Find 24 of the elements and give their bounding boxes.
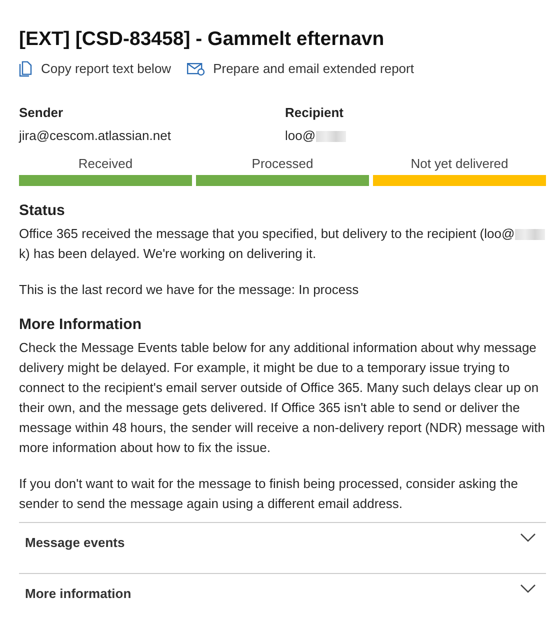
more-information-heading: More Information	[19, 316, 142, 334]
stage-label: Not yet delivered	[410, 154, 510, 173]
redaction-blur	[514, 229, 545, 240]
copy-report-link[interactable]: Copy report text below	[19, 59, 172, 79]
info-paragraph: If you don't want to wait for the message to finish being processed, consider asking the sender to send the message again using a different email address.	[19, 475, 519, 514]
status-text: Office 365 received the message that you specified, but delivery to the recipient (loo@ k) has been delayed. We're working on delivering it.	[19, 224, 546, 264]
sender-label: Sender	[19, 104, 64, 122]
report-title: [EXT] [CSD-83458] - Gammelt efternavn	[19, 28, 386, 52]
copy-icon	[19, 61, 33, 78]
info-paragraph: Check the Message Events table below for any additional information about why message delivery might be delayed. For example, it might be due to a temporary issue trying to connect to the recipient's email server outside of Office 365. Many such delays clear up on their own, and the message gets delivered. If Office 365 isn't able to send or deliver the message within 48 hours, the sender will receive a non-delivery report (NDR) message with more information about how to fix the issue.	[19, 339, 546, 458]
status-heading: Status	[19, 202, 66, 220]
chevron-icon	[520, 584, 536, 594]
collapsible-section[interactable]: Message events	[19, 522, 546, 574]
redaction-blur	[316, 131, 346, 142]
last-record-text: This is the last record we have for the message: In process	[19, 281, 360, 300]
email-icon	[187, 62, 206, 76]
recipient-label: Recipient	[285, 104, 345, 122]
email-report-link[interactable]: Prepare and email extended report	[187, 59, 414, 79]
sender-address: jira@cescom.atlassian.net	[19, 127, 172, 146]
chevron-icon	[520, 533, 536, 542]
stage-label: Received	[77, 154, 134, 173]
stage-label: Processed	[250, 154, 314, 173]
collapsible-section[interactable]: More information	[19, 573, 546, 624]
recipient-address: loo@	[285, 126, 346, 146]
